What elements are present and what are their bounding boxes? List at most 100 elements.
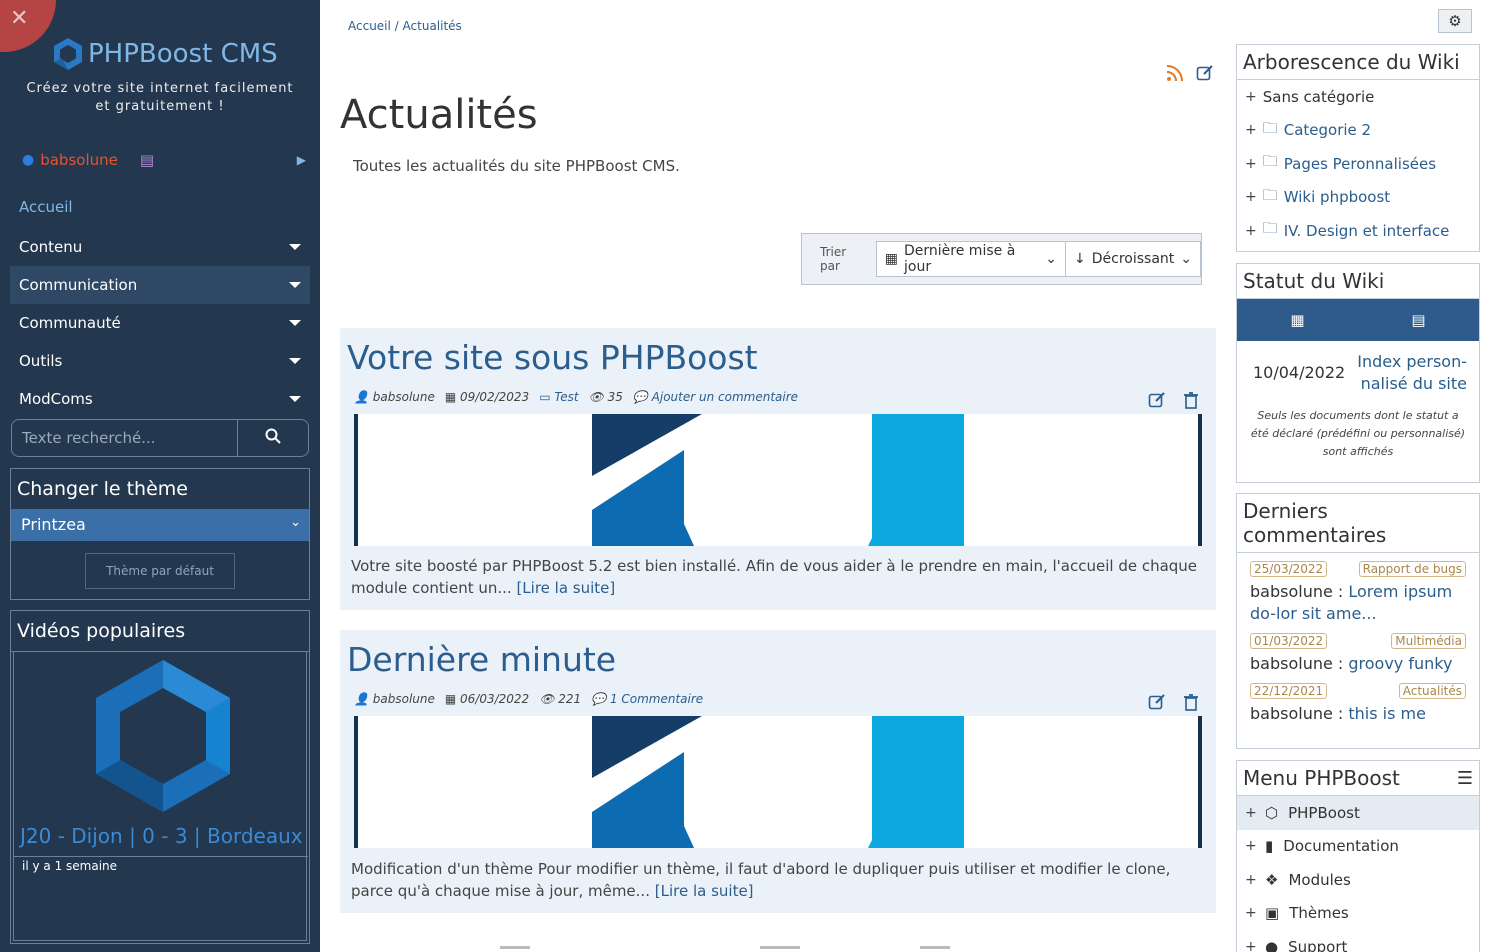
plus-icon: + — [1245, 88, 1257, 105]
right-sidebar: ⚙ Arborescence du Wiki + Sans catégorie +… — [1216, 0, 1500, 952]
main-nav: Contenu Communication Communauté Outils … — [10, 228, 310, 418]
comment-author: babsolune — [1250, 582, 1333, 601]
wiki-tree-item[interactable]: + Sans catégorie — [1237, 80, 1479, 114]
nav-item-communaute[interactable]: Communauté — [10, 304, 310, 342]
close-button[interactable]: ✕ — [0, 0, 56, 52]
article-date: ▦ 09/02/2023 — [444, 390, 530, 404]
menu-item-themes[interactable]: + ▣ Thèmes — [1237, 897, 1479, 931]
nav-item-contenu[interactable]: Contenu — [10, 228, 310, 266]
chevron-down-icon: ⌄ — [1180, 251, 1192, 267]
article-category[interactable]: ▭ Test — [539, 390, 578, 404]
wiki-tree-item[interactable]: + 🗀 Pages Peronnalisées — [1237, 147, 1479, 181]
video-card[interactable]: J20 - Dijon | 0 - 3 | Bordeaux il y a 1 … — [13, 651, 308, 941]
comment-module[interactable]: Multimédia — [1391, 633, 1466, 649]
comment-author: babsolune — [1250, 654, 1333, 673]
article-excerpt: Votre site boosté par PHPBoost 5.2 est b… — [351, 557, 1198, 597]
theme-select[interactable]: Printzea ⌄ — [11, 509, 309, 541]
sort-order-select[interactable]: ↓ Décroissant ⌄ — [1066, 241, 1201, 277]
menu-item-support[interactable]: + ● Support — [1237, 930, 1479, 952]
phpboost-menu-box: Menu PHPBoost ☰ + ⬡ PHPBoost + ▮ Documentati… — [1236, 760, 1480, 952]
comment-item[interactable]: 25/03/2022 Rapport de bugs babsolune : L… — [1237, 553, 1479, 625]
breadcrumb-home[interactable]: Accueil — [348, 19, 391, 33]
phpboost-icon: ⬡ — [1265, 803, 1279, 822]
edit-icon[interactable] — [1148, 391, 1166, 409]
close-icon: ✕ — [10, 6, 29, 31]
menu-item-phpboost[interactable]: + ⬡ PHPBoost — [1237, 796, 1479, 830]
nav-item-modcoms[interactable]: ModComs — [10, 380, 310, 418]
edit-icon[interactable] — [1148, 693, 1166, 711]
wiki-tree-item[interactable]: + 🗀 Wiki phpboost — [1237, 181, 1479, 215]
read-more-link[interactable]: [Lire la suite] — [655, 882, 754, 900]
file-icon[interactable]: ▤ — [1411, 311, 1425, 329]
search-input[interactable] — [12, 420, 238, 456]
menu-item-documentation[interactable]: + ▮ Documentation — [1237, 830, 1479, 864]
popular-videos-title: Vidéos populaires — [11, 611, 309, 652]
article-author[interactable]: 👤 babsolune — [354, 692, 435, 706]
wiki-status-tabs: ▦ ▤ — [1237, 299, 1479, 341]
article-author[interactable]: 👤 babsolune — [354, 390, 435, 404]
phpboost-menu-title: Menu PHPBoost ☰ — [1237, 761, 1479, 796]
breadcrumb-current[interactable]: Actualités — [403, 19, 462, 33]
hamburger-icon[interactable]: ☰ — [1457, 768, 1473, 789]
comment-module[interactable]: Rapport de bugs — [1358, 561, 1466, 577]
settings-button[interactable]: ⚙ — [1438, 9, 1472, 33]
user-name[interactable]: babsolune — [40, 151, 118, 169]
menu-item-modules[interactable]: + ❖ Modules — [1237, 863, 1479, 897]
read-more-link[interactable]: [Lire la suite] — [516, 579, 615, 597]
comment-item[interactable]: 22/12/2021 Actualités babsolune : this i… — [1237, 675, 1479, 725]
user-menu[interactable]: ● babsolune ▤ ▶ — [22, 148, 312, 172]
wiki-tree-item[interactable]: + 🗀 Categorie 2 — [1237, 114, 1479, 148]
article-comments-link[interactable]: 💬 Ajouter un commentaire — [633, 390, 798, 404]
article-title[interactable]: Votre site sous PHPBoost — [347, 338, 758, 377]
sort-order-value: Décroissant — [1091, 251, 1175, 267]
trash-icon[interactable] — [1182, 693, 1200, 711]
article-title[interactable]: Dernière minute — [347, 640, 616, 679]
comment-module[interactable]: Actualités — [1398, 683, 1466, 699]
theme-selected-value: Printzea — [21, 515, 86, 534]
article-thumbnail[interactable] — [354, 414, 1202, 546]
video-title[interactable]: J20 - Dijon | 0 - 3 | Bordeaux — [20, 824, 303, 848]
nav-item-outils[interactable]: Outils — [10, 342, 310, 380]
site-logo[interactable]: PHPBoost CMS — [50, 36, 278, 72]
comment-item[interactable]: 01/03/2022 Multimédia babsolune : groovy… — [1237, 625, 1479, 675]
plus-icon: + — [1245, 122, 1257, 139]
default-theme-button[interactable]: Thème par défaut — [85, 553, 235, 589]
cubes-icon: ❖ — [1265, 870, 1279, 889]
nav-home-link[interactable]: Accueil — [19, 198, 73, 216]
edit-icon[interactable] — [1196, 64, 1214, 82]
wiki-tree-item[interactable]: + 🗀 IV. Design et interface — [1237, 214, 1479, 248]
search-icon[interactable] — [238, 428, 308, 448]
video-thumbnail[interactable] — [96, 660, 230, 812]
gear-icon: ⚙ — [1448, 12, 1462, 30]
page-actions — [1166, 64, 1214, 82]
article-views: 👁 35 — [588, 390, 623, 404]
document-icon[interactable]: ▤ — [140, 151, 154, 169]
wiki-status-index-link[interactable]: Index person- nalisé du site — [1357, 351, 1467, 395]
comment-message[interactable]: groovy funky — [1348, 654, 1452, 673]
plus-icon: + — [1245, 938, 1257, 952]
phpboost-logo-icon — [54, 38, 82, 70]
nav-item-label: Contenu — [19, 238, 83, 256]
folder-icon: 🗀 — [1262, 118, 1278, 137]
plus-icon: + — [1245, 905, 1257, 922]
rss-icon[interactable] — [1166, 64, 1184, 82]
sort-field-select[interactable]: ▦ Dernière mise à jour ⌄ — [875, 241, 1066, 277]
last-comments-box: Derniers commentaires 25/03/2022 Rapport… — [1236, 493, 1480, 749]
article-actions — [1148, 391, 1200, 409]
next-article-partial — [500, 946, 950, 949]
calendar-icon: ▦ — [884, 251, 899, 267]
sort-label: Trier par — [820, 245, 847, 273]
article-thumbnail[interactable] — [354, 716, 1202, 848]
article-comments-link[interactable]: 💬 1 Commentaire — [591, 692, 703, 706]
video-date: il y a 1 semaine — [22, 859, 118, 873]
plus-icon: + — [1245, 838, 1257, 855]
nav-item-communication[interactable]: Communication — [10, 266, 310, 304]
comment-message[interactable]: this is me — [1348, 704, 1426, 723]
calendar-icon[interactable]: ▦ — [1290, 311, 1304, 329]
trash-icon[interactable] — [1182, 391, 1200, 409]
expand-arrow-icon[interactable]: ▶ — [297, 153, 306, 167]
plus-icon: + — [1245, 189, 1257, 206]
wiki-status-row: 10/04/2022 Index person- nalisé du site — [1237, 341, 1479, 395]
site-slogan: Créez votre site internet facilement et … — [26, 81, 294, 114]
popular-videos: Vidéos populaires J20 - Dijon | 0 - 3 | … — [10, 610, 310, 944]
